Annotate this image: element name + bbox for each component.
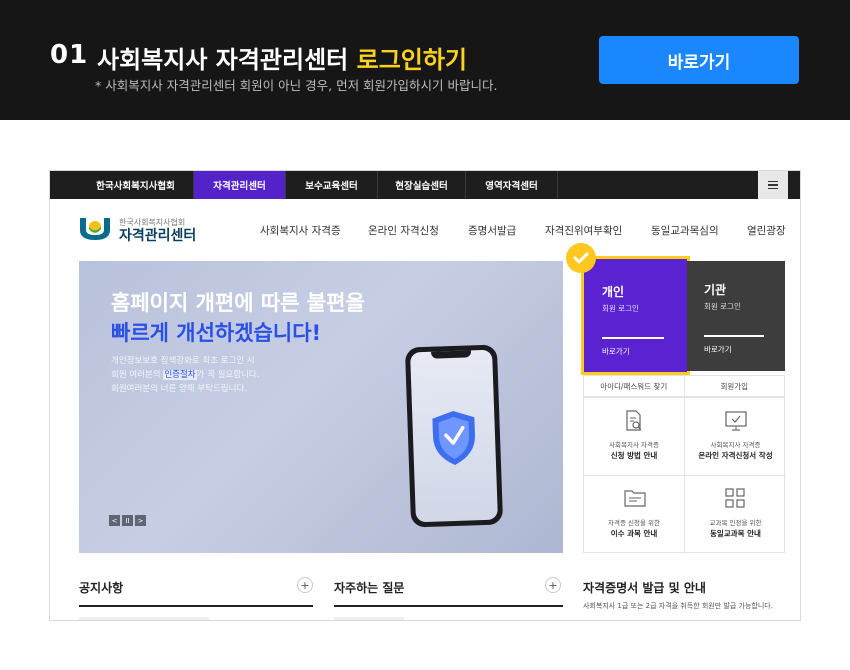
nav-item-proof-issue[interactable]: 증명서발급	[468, 223, 516, 238]
login-org-go[interactable]: 바로가기	[704, 344, 732, 355]
banner-desc-emphasis: 인증절차	[163, 370, 197, 380]
nav-item-course-review[interactable]: 동일교과목심의	[651, 223, 719, 238]
banner-description: 개인정보보호 정책강화로 최초 로그인 시 회원 여러분의 인증절차가 꼭 필요…	[111, 354, 259, 396]
folder-icon	[624, 490, 646, 507]
banner-desc-line-1: 개인정보보호 정책강화로 최초 로그인 시	[111, 356, 255, 366]
login-org-sub: 회원 로그인	[704, 302, 741, 311]
faq-faint-row	[334, 617, 404, 620]
banner-desc-line-2: 회원 여러분의 인증절차가 꼭 필요합니다.	[111, 368, 259, 382]
quick-item-small: 교과목 인정을 위한	[709, 519, 762, 527]
nav-item-verify[interactable]: 자격진위여부확인	[545, 223, 622, 238]
quick-item-label: 이수 과목 안내	[610, 529, 658, 538]
phone-illustration	[404, 344, 504, 528]
quick-item-small: 사회복지사 자격증	[609, 441, 659, 449]
hamburger-menu-icon[interactable]	[758, 171, 788, 199]
quick-item-label: 신청 방법 안내	[610, 451, 658, 460]
nav-item-online-apply[interactable]: 온라인 자격신청	[368, 223, 439, 238]
banner-headline-1: 홈페이지 개편에 따른 불편을	[111, 291, 365, 315]
notice-title[interactable]: 공지사항	[79, 579, 123, 596]
find-id-password-link[interactable]: 아이디/패스워드 찾기	[584, 376, 685, 396]
site-screenshot: 한국사회복지사협회 자격관리센터 보수교육센터 현장실습센터 영역자격센터 한국…	[49, 170, 801, 621]
step-title-main: 사회복지사 자격관리센터	[97, 46, 349, 74]
banner-pause-button[interactable]: II	[122, 515, 133, 526]
login-org-box[interactable]: 기관 회원 로그인 바로가기	[687, 261, 785, 371]
banner-desc-pre: 회원 여러분의	[111, 370, 164, 380]
step-number: 01	[50, 40, 89, 70]
faq-more-button[interactable]: +	[545, 577, 561, 593]
main-banner[interactable]: 홈페이지 개편에 따른 불편을 빠르게 개선하겠습니다! 개인정보보호 정책강화…	[79, 261, 563, 553]
login-org-title: 기관	[704, 283, 727, 297]
monitor-check-icon	[725, 411, 747, 431]
step-title-highlight: 로그인하기	[356, 46, 468, 74]
divider	[334, 605, 563, 607]
quick-item-apply-guide[interactable]: 사회복지사 자격증 신청 방법 안내	[584, 398, 685, 476]
quick-item-label: 온라인 자격신청서 작성	[698, 451, 773, 460]
gnb-tab-association[interactable]: 한국사회복지사협회	[78, 171, 194, 199]
quick-item-equivalent-courses[interactable]: 교과목 인정을 위한 동일교과목 안내	[685, 476, 786, 554]
document-search-icon	[626, 410, 642, 431]
banner-controls: < II >	[109, 515, 146, 526]
cert-title[interactable]: 자격증명서 발급 및 안내	[583, 579, 706, 596]
check-badge-icon	[566, 243, 596, 273]
logo-mark-icon	[80, 218, 110, 240]
login-personal-go[interactable]: 바로가기	[602, 346, 630, 357]
signup-link[interactable]: 회원가입	[685, 376, 785, 396]
gnb-tab-education-center[interactable]: 보수교육센터	[286, 171, 378, 199]
divider	[704, 335, 764, 337]
quick-menu-grid: 사회복지사 자격증 신청 방법 안내 사회복지사 자격증 온라인 자격신청서 작…	[583, 397, 786, 554]
divider	[602, 337, 664, 339]
divider	[79, 605, 313, 607]
notice-faint-row	[79, 617, 209, 620]
banner-desc-post: 가 꼭 필요합니다.	[196, 370, 260, 380]
banner-prev-button[interactable]: <	[109, 515, 120, 526]
gnb-tab-practice-center[interactable]: 현장실습센터	[378, 171, 466, 199]
gnb-tab-field-center[interactable]: 영역자격센터	[466, 171, 558, 199]
notice-more-button[interactable]: +	[297, 577, 313, 593]
quick-item-online-form[interactable]: 사회복지사 자격증 온라인 자격신청서 작성	[685, 398, 786, 476]
quick-item-courses[interactable]: 자격증 신청을 위한 이수 과목 안내	[584, 476, 685, 554]
step-note: * 사회복지사 자격관리센터 회원이 아닌 경우, 먼저 회원가입하시기 바랍니…	[95, 78, 498, 93]
gnb-tab-qualification-center[interactable]: 자격관리센터	[194, 171, 286, 199]
nav-item-certificate[interactable]: 사회복지사 자격증	[260, 223, 341, 238]
quick-item-small: 사회복지사 자격증	[710, 441, 761, 449]
faq-title[interactable]: 자주하는 질문	[334, 579, 404, 596]
nav-item-open-plaza[interactable]: 열린광장	[747, 223, 786, 238]
account-links: 아이디/패스워드 찾기 회원가입	[583, 375, 785, 397]
cert-note: 사회복지사 1급 또는 2급 자격을 취득한 회원만 발급 가능합니다.	[583, 602, 773, 610]
logo-big-text[interactable]: 자격관리센터	[119, 225, 196, 245]
quick-item-label: 동일교과목 안내	[710, 529, 761, 538]
banner-next-button[interactable]: >	[135, 515, 146, 526]
go-button[interactable]: 바로가기	[599, 36, 799, 84]
step-title: 사회복지사 자격관리센터 로그인하기	[97, 40, 467, 75]
banner-desc-line-3: 회원여러분의 너른 양해 부탁드립니다.	[111, 384, 247, 394]
login-personal-box[interactable]: 개인 회원 로그인 바로가기	[581, 256, 690, 375]
global-nav-bar: 한국사회복지사협회 자격관리센터 보수교육센터 현장실습센터 영역자격센터	[50, 171, 800, 199]
banner-headline-2: 빠르게 개선하겠습니다!	[111, 321, 322, 345]
shield-icon	[432, 411, 475, 465]
grid-squares-icon	[725, 488, 745, 508]
quick-item-small: 자격증 신청을 위한	[608, 519, 660, 527]
login-personal-title: 개인	[602, 285, 625, 299]
login-personal-sub: 회원 로그인	[602, 304, 639, 313]
